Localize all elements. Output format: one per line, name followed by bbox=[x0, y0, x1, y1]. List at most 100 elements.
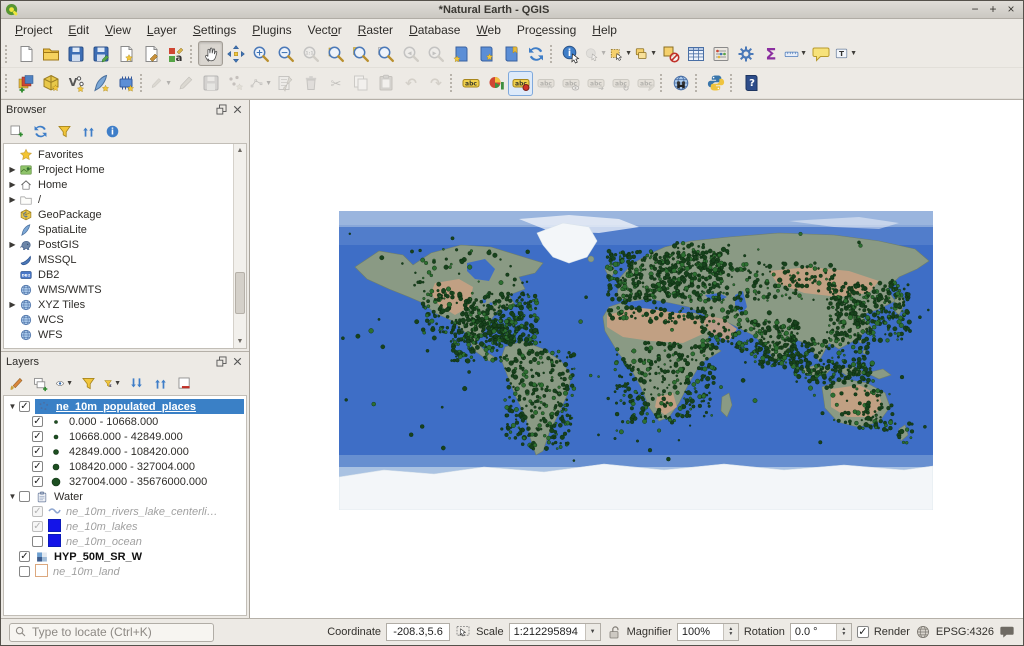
collapse-arrow-icon[interactable]: ▼ bbox=[6, 492, 19, 501]
browser-item-postgis[interactable]: ▶PostGIS bbox=[6, 237, 246, 252]
visibility-checkbox[interactable]: ✓ bbox=[32, 446, 43, 457]
pan-map-button[interactable] bbox=[198, 41, 223, 66]
browser-item-db2[interactable]: DB2DB2 bbox=[6, 267, 246, 282]
copy-features-button[interactable] bbox=[348, 71, 373, 96]
scrollbar-thumb[interactable] bbox=[235, 272, 245, 314]
run-feature-action-dropdown-icon[interactable]: ▼ bbox=[600, 50, 607, 57]
browser-scrollbar[interactable]: ▲ ▼ bbox=[233, 144, 246, 348]
paste-features-button[interactable] bbox=[373, 71, 398, 96]
close-button[interactable]: × bbox=[1003, 3, 1019, 17]
visibility-checkbox[interactable]: ✓ bbox=[32, 431, 43, 442]
visibility-checkbox[interactable]: ✓ bbox=[19, 401, 30, 412]
render-checkbox[interactable]: ✓ bbox=[857, 626, 869, 638]
visibility-checkbox[interactable]: ✓ bbox=[32, 506, 43, 517]
layer-class-item[interactable]: ✓108420.000 - 327004.000 bbox=[6, 459, 246, 474]
layers-manage-map-themes-button[interactable]: ▼ bbox=[54, 373, 74, 393]
text-annotation-button[interactable]: T▼ bbox=[833, 41, 858, 66]
zoom-in-button[interactable]: + bbox=[248, 41, 273, 66]
toolbar-grip[interactable] bbox=[450, 74, 454, 92]
layers-close-button[interactable] bbox=[231, 355, 244, 368]
browser-item-wms-wmts[interactable]: WMS/WMTS bbox=[6, 282, 246, 297]
select-features-button[interactable]: ▼ bbox=[608, 41, 633, 66]
layers-remove-layer-button[interactable] bbox=[174, 373, 194, 393]
rotation-spin-arrows[interactable]: ▲▼ bbox=[836, 624, 851, 640]
layer-class-item[interactable]: ✓42849.000 - 108420.000 bbox=[6, 444, 246, 459]
add-feature-button[interactable] bbox=[223, 71, 248, 96]
data-source-manager-button[interactable] bbox=[13, 71, 38, 96]
layers-add-group-button[interactable] bbox=[30, 373, 50, 393]
scroll-down-icon[interactable]: ▼ bbox=[234, 335, 246, 348]
toolbar-grip[interactable] bbox=[140, 74, 144, 92]
show-layout-manager-button[interactable] bbox=[138, 41, 163, 66]
statistical-summary-button[interactable]: Σ bbox=[758, 41, 783, 66]
locator-search-input[interactable]: Type to locate (Ctrl+K) bbox=[9, 623, 214, 642]
browser-item-xyz-tiles[interactable]: ▶XYZ Tiles bbox=[6, 297, 246, 312]
toolbar-grip[interactable] bbox=[730, 74, 734, 92]
zoom-full-button[interactable] bbox=[323, 41, 348, 66]
new-shapefile-layer-button[interactable]: V bbox=[63, 71, 88, 96]
identify-features-button[interactable]: i bbox=[558, 41, 583, 66]
visibility-checkbox[interactable]: ✓ bbox=[32, 521, 43, 532]
toolbar-grip[interactable] bbox=[660, 74, 664, 92]
layer-class-item[interactable]: ✓10668.000 - 42849.000 bbox=[6, 429, 246, 444]
browser-item-geopackage[interactable]: GeoPackage bbox=[6, 207, 246, 222]
menu-view[interactable]: View bbox=[97, 21, 139, 39]
new-print-layout-button[interactable] bbox=[113, 41, 138, 66]
pan-to-selection-button[interactable] bbox=[223, 41, 248, 66]
toggle-editing-button[interactable] bbox=[173, 71, 198, 96]
map-tips-button[interactable] bbox=[808, 41, 833, 66]
expand-arrow-icon[interactable]: ▶ bbox=[6, 240, 19, 249]
vertex-tool-dropdown-icon[interactable]: ▼ bbox=[265, 80, 272, 87]
menu-plugins[interactable]: Plugins bbox=[244, 21, 299, 39]
menu-database[interactable]: Database bbox=[401, 21, 468, 39]
expand-arrow-icon[interactable]: ▶ bbox=[6, 180, 19, 189]
metasearch-button[interactable] bbox=[668, 71, 693, 96]
messages-icon[interactable] bbox=[999, 624, 1015, 640]
zoom-native-button[interactable]: 1:1 bbox=[298, 41, 323, 66]
menu-web[interactable]: Web bbox=[468, 21, 508, 39]
processing-toolbox-button[interactable] bbox=[733, 41, 758, 66]
toolbar-grip[interactable] bbox=[190, 45, 194, 63]
layer-item-ne-10m-land[interactable]: ne_10m_land bbox=[6, 564, 246, 579]
minimize-button[interactable]: − bbox=[967, 3, 983, 17]
new-spatial-bookmark-button[interactable] bbox=[448, 41, 473, 66]
measure-button[interactable]: ▼ bbox=[783, 41, 808, 66]
field-calculator-button[interactable] bbox=[708, 41, 733, 66]
browser-item-wfs[interactable]: WFS bbox=[6, 327, 246, 342]
visibility-checkbox[interactable]: ✓ bbox=[32, 416, 43, 427]
select-by-expression-button[interactable]: ▼ bbox=[633, 41, 658, 66]
deselect-all-button[interactable] bbox=[658, 41, 683, 66]
pin-unpin-labels-button[interactable]: abc bbox=[533, 71, 558, 96]
visibility-checkbox[interactable] bbox=[32, 536, 43, 547]
browser-item-project-home[interactable]: ▶Project Home bbox=[6, 162, 246, 177]
move-label-button[interactable]: abc➔ bbox=[583, 71, 608, 96]
show-spatial-bookmarks-button[interactable] bbox=[473, 41, 498, 66]
toolbar-grip[interactable] bbox=[695, 74, 699, 92]
visibility-checkbox[interactable]: ✓ bbox=[19, 551, 30, 562]
browser-item-home[interactable]: ▶Home bbox=[6, 177, 246, 192]
rotate-label-button[interactable]: abc↻ bbox=[608, 71, 633, 96]
menu-settings[interactable]: Settings bbox=[185, 21, 244, 39]
layer-diagram-button[interactable] bbox=[483, 71, 508, 96]
rotation-spinbox[interactable]: 0.0 ° ▲▼ bbox=[790, 623, 852, 641]
layer-class-item[interactable]: ✓0.000 - 10668.000 bbox=[6, 414, 246, 429]
redo-button[interactable]: ↷ bbox=[423, 71, 448, 96]
delete-selected-button[interactable] bbox=[298, 71, 323, 96]
new-project-button[interactable] bbox=[13, 41, 38, 66]
python-console-button[interactable] bbox=[703, 71, 728, 96]
expand-arrow-icon[interactable]: ▶ bbox=[6, 165, 19, 174]
zoom-last-button[interactable]: ◂ bbox=[398, 41, 423, 66]
save-project-button[interactable] bbox=[63, 41, 88, 66]
expand-arrow-icon[interactable]: ▶ bbox=[6, 300, 19, 309]
layer-labeling-button[interactable]: abc bbox=[458, 71, 483, 96]
manage-map-themes-dropdown-icon[interactable]: ▼ bbox=[66, 380, 73, 387]
new-geopackage-layer-button[interactable] bbox=[38, 71, 63, 96]
zoom-to-selection-button[interactable] bbox=[348, 41, 373, 66]
coordinate-input[interactable]: -208.3,5.6 bbox=[386, 623, 450, 641]
open-attribute-table-button[interactable] bbox=[683, 41, 708, 66]
scale-combobox[interactable]: 1:212295894 ▼ bbox=[509, 623, 601, 641]
menu-project[interactable]: Project bbox=[7, 21, 60, 39]
layers-filter-by-expression-button[interactable]: ε▼ bbox=[102, 373, 122, 393]
browser-properties-widget-button[interactable]: i bbox=[102, 121, 122, 141]
layer-item-ne-10m-ocean[interactable]: ne_10m_ocean bbox=[6, 534, 246, 549]
